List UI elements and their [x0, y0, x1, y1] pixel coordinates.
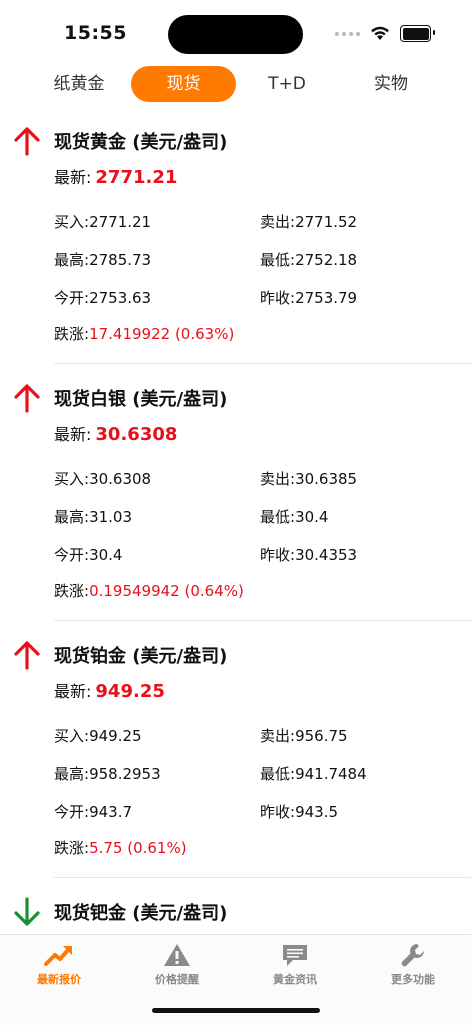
home-indicator — [152, 1008, 320, 1013]
quote-card-palladium[interactable]: 现货钯金 (美元/盎司) — [0, 897, 471, 933]
quote-title-row: 现货钯金 (美元/盎司) — [12, 897, 227, 927]
latest-value: 949.25 — [95, 681, 165, 702]
latest-value: 30.6308 — [95, 424, 178, 445]
nav-gold-news[interactable]: 黄金资讯 — [236, 943, 354, 987]
cellular-signal-icon — [335, 31, 360, 36]
arrow-up-icon — [14, 127, 40, 156]
quote-title-row: 现货白银 (美元/盎司) — [12, 383, 227, 413]
nav-more-functions[interactable]: 更多功能 — [354, 943, 471, 987]
latest-price: 最新: 949.25 — [54, 678, 165, 702]
nav-label: 更多功能 — [391, 973, 435, 986]
low-price: 最低:30.4 — [260, 508, 329, 526]
divider — [54, 877, 471, 878]
latest-price: 最新: 30.6308 — [54, 421, 177, 445]
latest-label: 最新: — [54, 168, 92, 187]
wifi-icon — [371, 26, 389, 40]
status-time: 15:55 — [64, 22, 127, 44]
quote-title: 现货黄金 (美元/盎司) — [54, 132, 228, 153]
status-bar: 15:55 — [0, 0, 471, 64]
low-price: 最低:2752.18 — [260, 251, 358, 269]
nav-label: 黄金资讯 — [273, 973, 317, 986]
tab-t-plus-d[interactable]: T+D — [242, 66, 332, 102]
wrench-icon — [354, 943, 471, 967]
warning-icon — [118, 943, 236, 967]
open-price: 今开:2753.63 — [54, 289, 152, 307]
high-price: 最高:2785.73 — [54, 251, 152, 269]
quote-title-row: 现货黄金 (美元/盎司) — [12, 126, 227, 156]
nav-label: 价格提醒 — [155, 973, 199, 986]
divider — [54, 620, 471, 621]
quote-title: 现货铂金 (美元/盎司) — [54, 646, 228, 667]
message-icon — [236, 943, 354, 967]
trend-up-icon — [0, 943, 118, 967]
tab-paper-gold[interactable]: 纸黄金 — [34, 66, 124, 102]
tab-physical[interactable]: 实物 — [346, 66, 436, 102]
prev-close-price: 昨收:943.5 — [260, 803, 339, 821]
tab-spot[interactable]: 现货 — [131, 66, 236, 102]
buy-price: 买入:2771.21 — [54, 213, 152, 231]
open-price: 今开:943.7 — [54, 803, 133, 821]
nav-latest-quotes[interactable]: 最新报价 — [0, 943, 118, 987]
arrow-down-icon — [14, 897, 40, 926]
quote-card-silver[interactable]: 现货白银 (美元/盎司) 最新: 30.6308 买入:30.6308 卖出:30… — [0, 383, 471, 623]
status-icons — [335, 25, 435, 42]
price-change: 跌涨:5.75 (0.61%) — [54, 839, 187, 857]
market-tabs: 纸黄金 现货 T+D 实物 — [0, 66, 471, 102]
prev-close-price: 昨收:30.4353 — [260, 546, 358, 564]
dynamic-island — [168, 15, 303, 54]
latest-price: 最新: 2771.21 — [54, 164, 177, 188]
price-change: 跌涨:0.19549942 (0.64%) — [54, 582, 244, 600]
latest-label: 最新: — [54, 682, 92, 701]
divider — [54, 363, 471, 364]
arrow-up-icon — [14, 384, 40, 413]
high-price: 最高:31.03 — [54, 508, 133, 526]
quote-card-platinum[interactable]: 现货铂金 (美元/盎司) 最新: 949.25 买入:949.25 卖出:956.… — [0, 640, 471, 880]
quote-title: 现货白银 (美元/盎司) — [54, 389, 228, 410]
arrow-up-icon — [14, 641, 40, 670]
buy-price: 买入:30.6308 — [54, 470, 152, 488]
prev-close-price: 昨收:2753.79 — [260, 289, 358, 307]
buy-price: 买入:949.25 — [54, 727, 142, 745]
sell-price: 卖出:2771.52 — [260, 213, 358, 231]
open-price: 今开:30.4 — [54, 546, 123, 564]
battery-icon — [400, 25, 435, 42]
nav-label: 最新报价 — [37, 973, 81, 986]
quote-title: 现货钯金 (美元/盎司) — [54, 903, 228, 924]
sell-price: 卖出:956.75 — [260, 727, 348, 745]
latest-label: 最新: — [54, 425, 92, 444]
price-change: 跌涨:17.419922 (0.63%) — [54, 325, 235, 343]
low-price: 最低:941.7484 — [260, 765, 367, 783]
latest-value: 2771.21 — [95, 167, 178, 188]
high-price: 最高:958.2953 — [54, 765, 161, 783]
nav-price-alert[interactable]: 价格提醒 — [118, 943, 236, 987]
sell-price: 卖出:30.6385 — [260, 470, 358, 488]
quote-card-gold[interactable]: 现货黄金 (美元/盎司) 最新: 2771.21 买入:2771.21 卖出:27… — [0, 126, 471, 366]
quote-title-row: 现货铂金 (美元/盎司) — [12, 640, 227, 670]
